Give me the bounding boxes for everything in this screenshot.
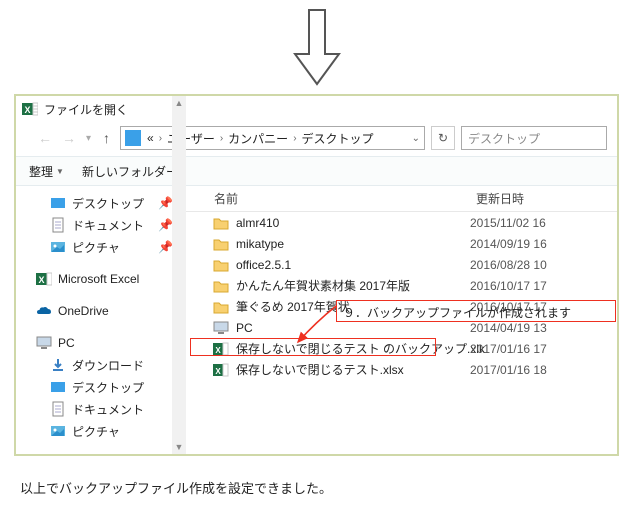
excel-file-icon: X xyxy=(212,362,230,378)
window-title: ファイルを開く xyxy=(44,101,128,118)
file-date: 2015/11/02 16 xyxy=(470,216,546,230)
file-row[interactable]: かんたん年賀状素材集 2017年版2016/10/17 17 xyxy=(186,275,617,296)
file-date: 2016/08/28 10 xyxy=(470,258,547,272)
folder-icon xyxy=(212,257,230,273)
annotation-callout-text: ９．バックアップファイルが作成されます xyxy=(337,301,615,324)
toolbar: 整理 ▼ 新しいフォルダー xyxy=(16,156,617,186)
excel-app-icon: X xyxy=(22,101,38,117)
address-bar-row: ← → ▾ ↑ « › ユーザー › カンパニー › デスクトップ ⌄ ↻ デス… xyxy=(16,122,617,156)
folder-icon xyxy=(212,278,230,294)
desktop-icon xyxy=(50,379,66,395)
breadcrumb-seg[interactable]: デスクトップ xyxy=(302,130,374,147)
nav-item-documents[interactable]: ドキュメント 📌 xyxy=(30,214,181,236)
nav-item-pictures[interactable]: ピクチャ 📌 xyxy=(30,236,181,258)
folder-icon xyxy=(212,236,230,252)
file-date: 2016/10/17 17 xyxy=(470,279,547,293)
desktop-icon xyxy=(125,130,141,146)
file-open-dialog: X ファイルを開く ← → ▾ ↑ « › ユーザー › カンパニー › デスク… xyxy=(14,94,619,456)
navigation-pane: デスクトップ 📌 ドキュメント 📌 ピクチャ 📌 X Microsoft Exc… xyxy=(16,186,186,454)
column-modified[interactable]: 更新日時 xyxy=(472,190,617,207)
annotation-callout: ９．バックアップファイルが作成されます xyxy=(336,300,616,322)
nav-item-desktop[interactable]: デスクトップ 📌 xyxy=(30,192,181,214)
annotation-arrow-icon xyxy=(286,302,346,352)
annotation-down-arrow xyxy=(0,0,633,90)
nav-recent-dropdown[interactable]: ▾ xyxy=(84,133,93,144)
file-date: 2017/01/16 17 xyxy=(470,342,547,356)
file-name: 保存しないで閉じるテスト.xlsx xyxy=(236,361,470,378)
chevron-down-icon: ▼ xyxy=(56,167,64,176)
organize-button[interactable]: 整理 ▼ xyxy=(22,160,71,183)
pc-icon xyxy=(212,320,230,336)
file-name: mikatype xyxy=(236,237,470,251)
download-icon xyxy=(50,357,66,373)
file-row[interactable]: almr4102015/11/02 16 xyxy=(186,212,617,233)
breadcrumb-overflow[interactable]: « xyxy=(147,131,154,145)
pc-icon xyxy=(36,335,52,351)
svg-text:X: X xyxy=(38,275,44,285)
search-input[interactable]: デスクトップ xyxy=(461,126,607,150)
file-row[interactable]: office2.5.12016/08/28 10 xyxy=(186,254,617,275)
nav-forward-button[interactable]: → xyxy=(60,130,78,146)
search-placeholder: デスクトップ xyxy=(468,130,540,147)
document-icon xyxy=(50,217,66,233)
chevron-right-icon: › xyxy=(159,133,162,144)
nav-item-onedrive[interactable]: OneDrive xyxy=(30,300,181,322)
nav-item-excel[interactable]: X Microsoft Excel xyxy=(30,268,181,290)
desktop-icon xyxy=(50,195,66,211)
refresh-button[interactable]: ↻ xyxy=(431,126,455,150)
file-date: 2017/01/16 18 xyxy=(470,363,547,377)
nav-item-pictures2[interactable]: ピクチャ xyxy=(30,420,181,442)
new-folder-button[interactable]: 新しいフォルダー xyxy=(75,160,185,183)
document-icon xyxy=(50,401,66,417)
excel-icon: X xyxy=(36,271,52,287)
svg-text:X: X xyxy=(24,105,30,115)
pin-icon: 📌 xyxy=(158,196,173,210)
list-header: 名前 更新日時 xyxy=(186,186,617,212)
file-name: かんたん年賀状素材集 2017年版 xyxy=(236,277,470,294)
address-bar[interactable]: « › ユーザー › カンパニー › デスクトップ ⌄ xyxy=(120,126,425,150)
pictures-icon xyxy=(50,239,66,255)
pin-icon: 📌 xyxy=(158,240,173,254)
file-name: office2.5.1 xyxy=(236,258,470,272)
scroll-down-icon[interactable]: ▼ xyxy=(172,440,186,454)
folder-icon xyxy=(212,299,230,315)
breadcrumb-seg[interactable]: カンパニー xyxy=(228,130,288,147)
page-footer-text: 以上でバックアップファイル作成を設定できました。 xyxy=(0,456,633,497)
column-name[interactable]: 名前 xyxy=(212,190,472,207)
onedrive-icon xyxy=(36,303,52,319)
svg-text:X: X xyxy=(215,367,221,376)
chevron-right-icon: › xyxy=(220,133,223,144)
nav-up-button[interactable]: ↑ xyxy=(99,130,114,146)
addr-dropdown-icon[interactable]: ⌄ xyxy=(412,133,420,144)
folder-icon xyxy=(212,215,230,231)
file-row[interactable]: X 保存しないで閉じるテスト.xlsx2017/01/16 18 xyxy=(186,359,617,380)
nav-item-pc[interactable]: PC xyxy=(30,332,181,354)
file-row[interactable]: mikatype2014/09/19 16 xyxy=(186,233,617,254)
file-list-pane: 名前 更新日時 almr4102015/11/02 16mikatype2014… xyxy=(186,186,617,454)
nav-item-documents2[interactable]: ドキュメント xyxy=(30,398,181,420)
nav-item-desktop2[interactable]: デスクトップ xyxy=(30,376,181,398)
nav-back-button[interactable]: ← xyxy=(36,130,54,146)
titlebar: X ファイルを開く xyxy=(16,96,617,122)
pictures-icon xyxy=(50,423,66,439)
chevron-right-icon: › xyxy=(293,133,296,144)
nav-scrollbar[interactable]: ▲ ▼ xyxy=(172,186,186,454)
nav-item-downloads[interactable]: ダウンロード xyxy=(30,354,181,376)
file-name: almr410 xyxy=(236,216,470,230)
file-date: 2014/09/19 16 xyxy=(470,237,547,251)
pin-icon: 📌 xyxy=(158,218,173,232)
